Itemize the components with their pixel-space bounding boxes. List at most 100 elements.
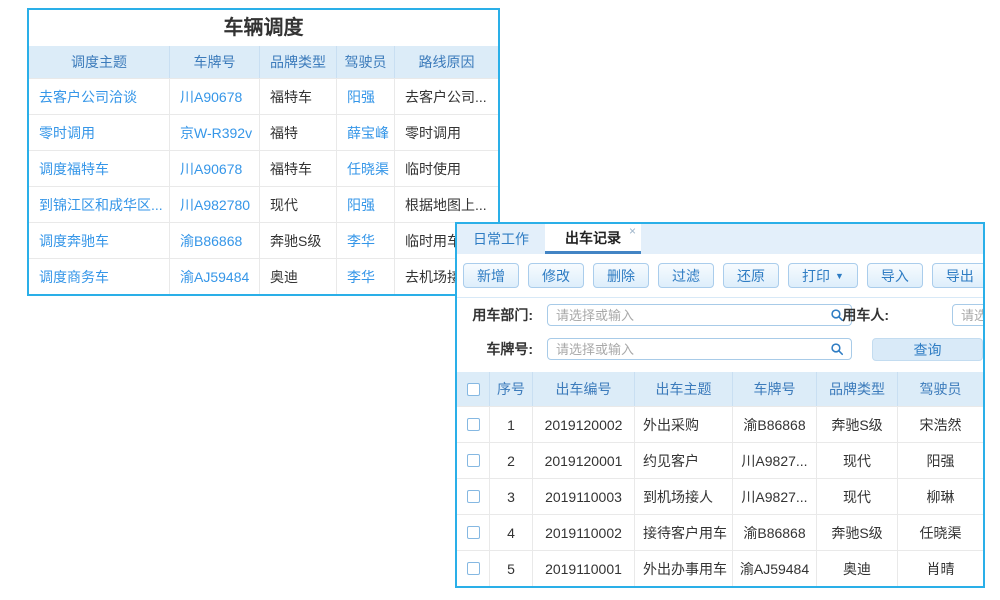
trip-records-table: 序号 出车编号 出车主题 车牌号 品牌类型 驾驶员 1 2019120002 外… [457,372,983,586]
tab-trip-records-label: 出车记录 [565,228,621,248]
driver-link[interactable]: 任晓渠 [337,151,395,186]
driver-link[interactable]: 阳强 [898,443,983,478]
column-header-driver: 驾驶员 [337,46,395,78]
plate-link[interactable]: 京W-R392v [170,115,260,150]
user-input[interactable] [952,304,985,326]
row-checkbox[interactable] [467,562,480,575]
column-header-brand: 品牌类型 [260,46,337,78]
plate-link[interactable]: 渝AJ59484 [733,551,817,586]
column-header-plate: 车牌号 [733,372,817,406]
reason-cell: 零时调用 [395,115,498,150]
driver-link[interactable]: 宋浩然 [898,407,983,442]
no-cell: 2 [490,443,533,478]
driver-link[interactable]: 李华 [337,259,395,294]
delete-button[interactable]: 删除 [593,263,649,288]
add-button[interactable]: 新增 [463,263,519,288]
driver-link[interactable]: 任晓渠 [898,515,983,550]
trip-subject-link[interactable]: 外出采购 [635,407,733,442]
brand-cell: 奥迪 [260,259,337,294]
driver-link[interactable]: 薛宝峰 [337,115,395,150]
caret-down-icon: ▼ [835,271,844,281]
dispatch-table-header: 调度主题 车牌号 品牌类型 驾驶员 路线原因 [29,46,498,78]
plate-link[interactable]: 川A982780 [170,187,260,222]
search-icon[interactable] [830,342,844,356]
trip-subject-link[interactable]: 接待客户用车 [635,515,733,550]
trip-code-link[interactable]: 2019120001 [533,443,635,478]
user-label: 用车人: [829,304,889,326]
driver-link[interactable]: 李华 [337,223,395,258]
table-row: 到锦江区和成华区... 川A982780 现代 阳强 根据地图上... [29,186,498,222]
row-checkbox[interactable] [467,490,480,503]
trip-code-link[interactable]: 2019120002 [533,407,635,442]
plate-link[interactable]: 川A9827... [733,443,817,478]
plate-link[interactable]: 川A9827... [733,479,817,514]
dispatch-subject-link[interactable]: 零时调用 [29,115,170,150]
trip-subject-link[interactable]: 外出办事用车 [635,551,733,586]
brand-cell: 福特 [260,115,337,150]
plate-link[interactable]: 川A90678 [170,79,260,114]
no-cell: 5 [490,551,533,586]
dispatch-subject-link[interactable]: 调度奔驰车 [29,223,170,258]
no-cell: 1 [490,407,533,442]
checkbox-cell [457,443,490,478]
column-header-subject: 出车主题 [635,372,733,406]
plate-link[interactable]: 渝AJ59484 [170,259,260,294]
table-row: 调度福特车 川A90678 福特车 任晓渠 临时使用 [29,150,498,186]
driver-link[interactable]: 阳强 [337,187,395,222]
plate-link[interactable]: 渝B86868 [733,515,817,550]
tab-bar: 日常工作 出车记录 × [457,224,983,254]
column-header-reason: 路线原因 [395,46,498,78]
brand-cell: 现代 [817,479,898,514]
table-row: 调度商务车 渝AJ59484 奥迪 李华 去机场接 [29,258,498,294]
row-checkbox[interactable] [467,418,480,431]
print-button[interactable]: 打印 ▼ [788,263,858,288]
print-button-label: 打印 [802,266,830,286]
tab-trip-records[interactable]: 出车记录 × [545,224,641,254]
column-header-driver: 驾驶员 [898,372,983,406]
dispatch-subject-link[interactable]: 去客户公司洽谈 [29,79,170,114]
dispatch-subject-link[interactable]: 调度商务车 [29,259,170,294]
import-button[interactable]: 导入 [867,263,923,288]
close-icon[interactable]: × [629,225,636,237]
dispatch-subject-link[interactable]: 调度福特车 [29,151,170,186]
no-cell: 3 [490,479,533,514]
query-button[interactable]: 查询 [872,338,983,361]
filter-button[interactable]: 过滤 [658,263,714,288]
trip-code-link[interactable]: 2019110001 [533,551,635,586]
trip-subject-link[interactable]: 约见客户 [635,443,733,478]
plate-link[interactable]: 渝B86868 [170,223,260,258]
table-row: 1 2019120002 外出采购 渝B86868 奔驰S级 宋浩然 [457,406,983,442]
driver-link[interactable]: 肖晴 [898,551,983,586]
plate-link[interactable]: 渝B86868 [733,407,817,442]
row-checkbox[interactable] [467,454,480,467]
trip-subject-link[interactable]: 到机场接人 [635,479,733,514]
trip-code-link[interactable]: 2019110003 [533,479,635,514]
restore-button[interactable]: 还原 [723,263,779,288]
dept-label: 用车部门: [457,304,533,326]
table-row: 3 2019110003 到机场接人 川A9827... 现代 柳琳 [457,478,983,514]
checkbox-cell [457,479,490,514]
plate-input[interactable] [547,338,852,360]
brand-cell: 奔驰S级 [817,515,898,550]
toolbar: 新增 修改 删除 过滤 还原 打印 ▼ 导入 导出 查看日志 [457,254,983,298]
plate-link[interactable]: 川A90678 [170,151,260,186]
select-all-cell [457,372,490,406]
dispatch-panel-title: 车辆调度 [29,10,498,46]
table-row: 调度奔驰车 渝B86868 奔驰S级 李华 临时用车 [29,222,498,258]
vehicle-dispatch-panel: 车辆调度 调度主题 车牌号 品牌类型 驾驶员 路线原因 去客户公司洽谈 川A90… [27,8,500,296]
export-button[interactable]: 导出 [932,263,985,288]
plate-label: 车牌号: [457,338,533,360]
column-header-plate: 车牌号 [170,46,260,78]
driver-link[interactable]: 阳强 [337,79,395,114]
brand-cell: 现代 [260,187,337,222]
driver-link[interactable]: 柳琳 [898,479,983,514]
row-checkbox[interactable] [467,526,480,539]
edit-button[interactable]: 修改 [528,263,584,288]
tab-daily-work[interactable]: 日常工作 [457,224,545,254]
trip-code-link[interactable]: 2019110002 [533,515,635,550]
filter-form: 用车部门: 用车人: 车牌号: 查询 [457,298,983,372]
select-all-checkbox[interactable] [467,383,480,396]
trip-records-panel: 日常工作 出车记录 × 新增 修改 删除 过滤 还原 打印 ▼ 导入 导出 查看… [455,222,985,588]
dept-input[interactable] [547,304,852,326]
dispatch-subject-link[interactable]: 到锦江区和成华区... [29,187,170,222]
